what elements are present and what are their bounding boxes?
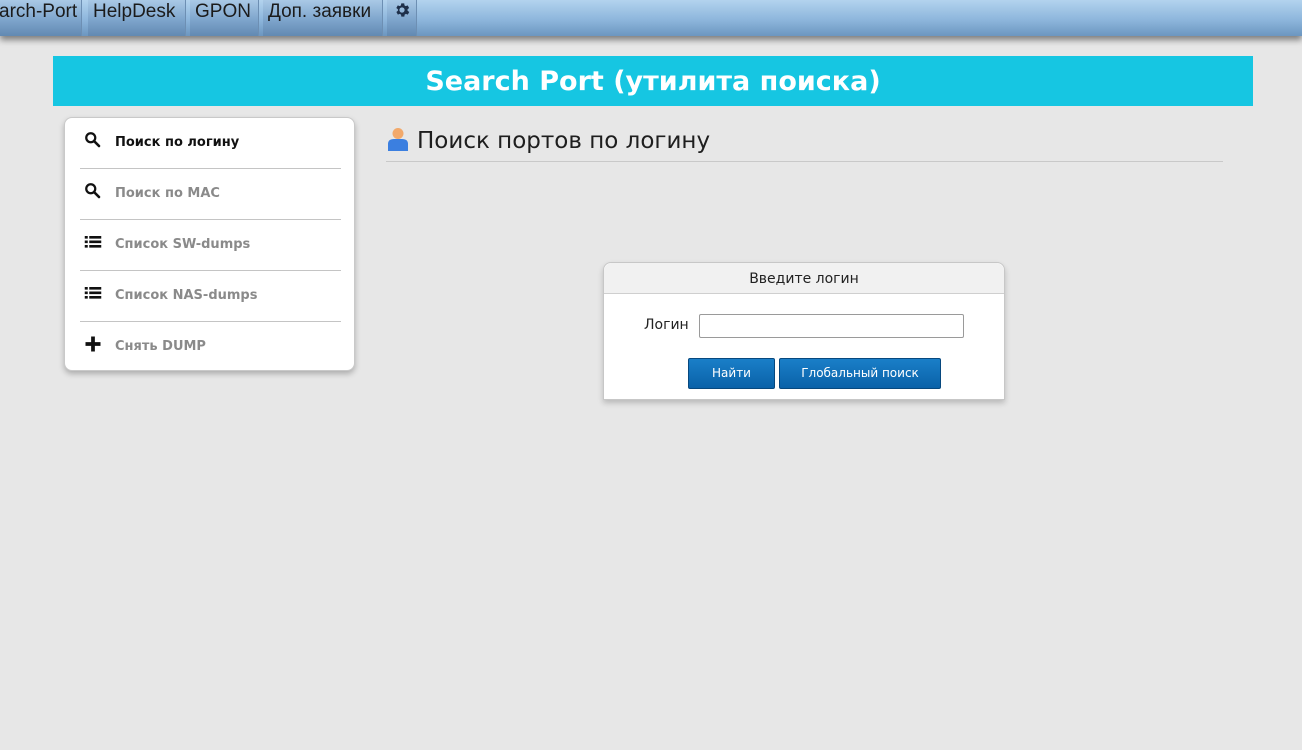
gear-icon [395, 3, 409, 17]
find-button[interactable]: Найти [688, 358, 775, 389]
login-search-panel: Введите логин Логин Найти Глобальный пои… [603, 262, 1005, 400]
sidebar-item-sw-dumps[interactable]: Список SW-dumps [80, 220, 341, 271]
app-banner-title: Search Port (утилита поиска) [53, 56, 1253, 106]
nav-tab-search-port[interactable]: arch-Port [0, 0, 82, 36]
sidebar-item-label: Поиск по MAC [115, 186, 220, 201]
panel-header: Введите логин [604, 263, 1004, 294]
sidebar-item-search-by-mac[interactable]: Поиск по MAC [80, 169, 341, 220]
page-heading: Поиск портов по логину [386, 124, 1223, 162]
global-search-button[interactable]: Глобальный поиск [779, 358, 941, 389]
nav-tab-extra-requests[interactable]: Доп. заявки [263, 0, 383, 36]
top-navigation-bar: arch-Port HelpDesk GPON Доп. заявки [0, 0, 1302, 36]
sidebar-item-take-dump[interactable]: Снять DUMP [80, 322, 341, 373]
nav-settings-button[interactable] [387, 0, 417, 36]
sidebar-item-label: Список NAS-dumps [115, 288, 258, 303]
nav-tab-helpdesk[interactable]: HelpDesk [88, 0, 186, 36]
sidebar-item-label: Поиск по логину [115, 135, 240, 150]
sidebar-menu: Поиск по логину Поиск по MAC Список SW-d… [64, 117, 355, 371]
sidebar-item-label: Снять DUMP [115, 339, 206, 354]
list-icon [84, 287, 102, 299]
page-title: Поиск портов по логину [417, 128, 711, 154]
list-icon [84, 236, 102, 248]
nav-tab-gpon[interactable]: GPON [190, 0, 259, 36]
user-icon [388, 128, 408, 151]
login-field-label: Логин [644, 317, 689, 333]
login-input[interactable] [699, 314, 964, 338]
sidebar-item-label: Список SW-dumps [115, 237, 251, 252]
sidebar-item-search-by-login[interactable]: Поиск по логину [80, 118, 341, 169]
search-icon [85, 183, 101, 199]
search-icon [85, 132, 101, 148]
sidebar-item-nas-dumps[interactable]: Список NAS-dumps [80, 271, 341, 322]
plus-icon [85, 336, 101, 352]
